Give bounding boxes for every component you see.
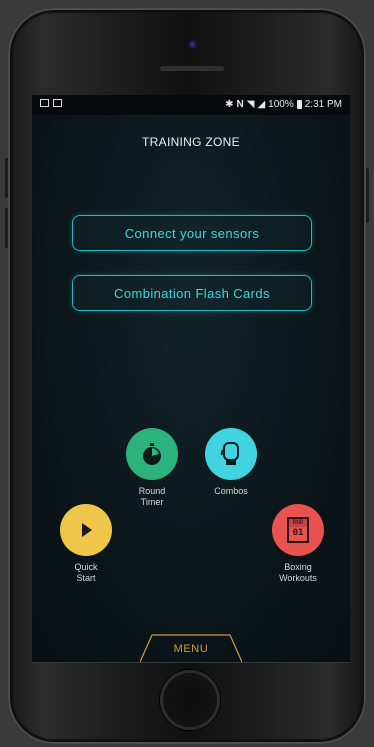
play-icon	[82, 523, 92, 537]
flash-cards-label: Combination Flash Cards	[114, 285, 270, 301]
status-bar: ✱ N ◥ ◢ 100% 2:31 PM	[32, 95, 350, 115]
menu-label: MENU	[173, 643, 209, 655]
signal-icon: ◢	[257, 99, 266, 110]
notification-icons	[40, 99, 62, 107]
combos-button[interactable]: Combos	[186, 428, 276, 497]
earpiece-speaker	[160, 66, 224, 71]
nfc-icon: N	[236, 99, 244, 110]
app-screen: ✱ N ◥ ◢ 100% 2:31 PM TRAINING ZONE Conne…	[32, 95, 350, 663]
volume-button	[5, 208, 8, 248]
bluetooth-icon: ✱	[225, 99, 234, 110]
home-button[interactable]	[160, 670, 220, 730]
connect-sensors-button[interactable]: Connect your sensors	[72, 215, 312, 251]
round-timer-circle[interactable]	[126, 428, 178, 480]
image-icon	[40, 99, 49, 107]
combos-label: Combos	[214, 486, 248, 496]
volume-button	[5, 158, 8, 198]
battery-percent: 100%	[268, 99, 294, 110]
boxing-workouts-label: Boxing Workouts	[279, 562, 317, 583]
round-badge-icon: RND 01	[287, 517, 309, 543]
boxing-workouts-button[interactable]: RND 01 Boxing Workouts	[253, 504, 343, 584]
bottom-menu-bar: MENU	[32, 633, 350, 663]
status-right: ✱ N ◥ ◢ 100% 2:31 PM	[225, 99, 342, 110]
boxing-glove-icon	[220, 442, 239, 465]
clock: 2:31 PM	[304, 99, 342, 110]
wifi-icon: ◥	[246, 99, 255, 110]
menu-button[interactable]: MENU	[140, 633, 242, 663]
document-icon	[53, 99, 62, 107]
round-timer-button[interactable]: Round Timer	[107, 428, 197, 508]
front-camera	[188, 40, 197, 49]
stopwatch-icon	[143, 443, 161, 465]
boxing-workouts-circle[interactable]: RND 01	[272, 504, 324, 556]
power-button	[366, 168, 369, 223]
connect-sensors-label: Connect your sensors	[124, 225, 260, 241]
flash-cards-button[interactable]: Combination Flash Cards	[72, 275, 312, 311]
quick-start-button[interactable]: Quick Start	[41, 504, 131, 584]
page-title: TRAINING ZONE	[142, 135, 240, 149]
combos-circle[interactable]	[205, 428, 257, 480]
battery-icon	[296, 100, 302, 109]
quick-start-circle[interactable]	[60, 504, 112, 556]
quick-start-label: Quick Start	[74, 562, 98, 583]
